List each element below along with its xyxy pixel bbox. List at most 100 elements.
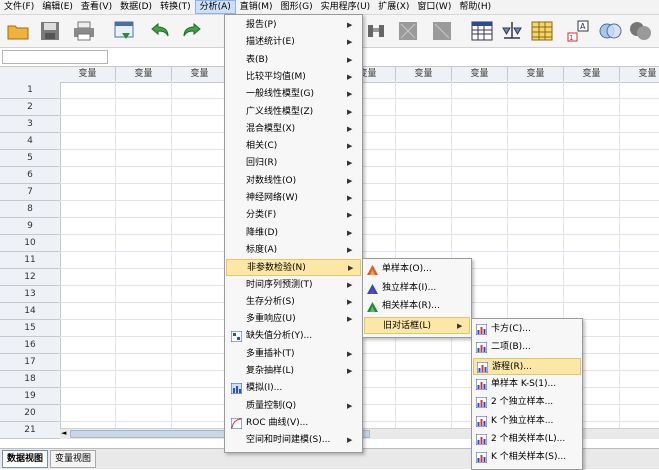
legacy-dialogs-menu-item-label: 2 个独立样本... bbox=[491, 397, 554, 408]
analyze-menu-item[interactable]: 表(B) ▶ bbox=[226, 52, 361, 69]
analyze-menu-item[interactable]: 对数线性(O) ▶ bbox=[226, 173, 361, 190]
analyze-menu-item[interactable]: 生存分析(S) ▶ bbox=[226, 294, 361, 311]
open-folder-icon[interactable] bbox=[6, 19, 30, 43]
row-header[interactable]: 16 bbox=[0, 337, 61, 354]
row-header[interactable]: 1 bbox=[0, 82, 61, 99]
analyze-menu-item[interactable]: 时间序列预测(T) ▶ bbox=[226, 277, 361, 294]
column-header[interactable]: 变量 bbox=[452, 67, 508, 83]
analyze-menu-item[interactable]: 相关(C) ▶ bbox=[226, 138, 361, 155]
row-header[interactable]: 2 bbox=[0, 99, 61, 116]
nonparametric-menu-item[interactable]: 旧对话框(L) ▶ bbox=[364, 316, 470, 334]
menu-transform[interactable]: 转换(T) bbox=[156, 0, 195, 14]
scroll-left-icon[interactable]: ◄ bbox=[61, 429, 66, 438]
legacy-dialogs-menu-item[interactable]: 2 个相关样本(L)... bbox=[473, 431, 581, 448]
menu-utilities[interactable]: 实用程序(U) bbox=[317, 0, 375, 14]
row-header[interactable]: 14 bbox=[0, 303, 61, 320]
nonparametric-menu-item[interactable]: 相关样本(R)... bbox=[364, 298, 470, 315]
save-icon[interactable] bbox=[38, 19, 62, 43]
analyze-menu-item[interactable]: 缺失值分析(Y)... bbox=[226, 328, 361, 345]
row-header[interactable]: 10 bbox=[0, 235, 61, 252]
dialog-recall-icon[interactable] bbox=[112, 19, 136, 43]
analyze-menu-item[interactable]: 空间和时间建模(S)... ▶ bbox=[226, 432, 361, 449]
analyze-menu-item[interactable]: 复杂抽样(L) ▶ bbox=[226, 363, 361, 380]
menu-edit[interactable]: 编辑(E) bbox=[38, 0, 77, 14]
analyze-menu-item[interactable]: 标度(A) ▶ bbox=[226, 242, 361, 259]
analyze-menu-item[interactable]: 多重响应(U) ▶ bbox=[226, 311, 361, 328]
menu-extensions[interactable]: 扩展(X) bbox=[374, 0, 413, 14]
legacy-dialogs-menu-item[interactable]: 单样本 K-S(1)... bbox=[473, 376, 581, 393]
menu-view[interactable]: 查看(V) bbox=[77, 0, 116, 14]
legacy-dialogs-menu-item[interactable]: 二项(B)... bbox=[473, 339, 581, 356]
menu-direct-marketing[interactable]: 直销(M) bbox=[236, 0, 277, 14]
cell-reference-box[interactable] bbox=[2, 50, 108, 64]
print-icon[interactable] bbox=[72, 19, 96, 43]
legacy-dialogs-menu-item[interactable]: 2 个独立样本... bbox=[473, 394, 581, 411]
analyze-menu-item[interactable]: 模拟(I)... bbox=[226, 380, 361, 397]
analyze-menu-item[interactable]: 多重插补(T) ▶ bbox=[226, 346, 361, 363]
use-sets-icon[interactable] bbox=[598, 19, 622, 43]
row-header[interactable]: 8 bbox=[0, 201, 61, 218]
nonparametric-menu-item[interactable]: 独立样本(I)... bbox=[364, 280, 470, 297]
analyze-menu-item[interactable]: 广义线性模型(Z) ▶ bbox=[226, 104, 361, 121]
analyze-menu-item[interactable]: 比较平均值(M) ▶ bbox=[226, 69, 361, 86]
row-header[interactable]: 13 bbox=[0, 286, 61, 303]
analyze-menu-item[interactable]: 一般线性模型(G) ▶ bbox=[226, 86, 361, 103]
split-file-icon[interactable] bbox=[470, 19, 494, 43]
row-header[interactable]: 4 bbox=[0, 133, 61, 150]
column-header[interactable]: 变量 bbox=[620, 67, 659, 83]
column-header[interactable]: 变量 bbox=[508, 67, 564, 83]
menu-help[interactable]: 帮助(H) bbox=[455, 0, 495, 14]
analyze-menu-item[interactable]: ROC 曲线(V)... bbox=[226, 415, 361, 432]
insert-variable-icon[interactable] bbox=[430, 19, 454, 43]
legacy-dialogs-menu-item[interactable]: 游程(R)... bbox=[473, 357, 581, 375]
column-header[interactable]: 变量 bbox=[396, 67, 452, 83]
row-header[interactable]: 19 bbox=[0, 388, 61, 405]
select-cases-icon[interactable] bbox=[530, 19, 554, 43]
row-header[interactable]: 7 bbox=[0, 184, 61, 201]
menu-graphs[interactable]: 图形(G) bbox=[277, 0, 317, 14]
analyze-menu-item[interactable]: 质量控制(Q) ▶ bbox=[226, 398, 361, 415]
menu-window[interactable]: 窗口(W) bbox=[413, 0, 455, 14]
analyze-menu-item[interactable]: 非参数检验(N) ▶ bbox=[226, 259, 361, 277]
row-header[interactable]: 20 bbox=[0, 405, 61, 422]
analyze-menu-item[interactable]: 报告(P) ▶ bbox=[226, 17, 361, 34]
analyze-menu-item[interactable]: 回归(R) ▶ bbox=[226, 155, 361, 172]
tab-data-view[interactable]: 数据视图 bbox=[2, 450, 49, 468]
show-all-variables-icon[interactable] bbox=[628, 19, 652, 43]
legacy-dialogs-menu-item[interactable]: K 个独立样本... bbox=[473, 413, 581, 430]
legacy-dialogs-menu-item[interactable]: 卡方(C)... bbox=[473, 321, 581, 338]
row-header[interactable]: 9 bbox=[0, 218, 61, 235]
analyze-menu-item[interactable]: 描述统计(E) ▶ bbox=[226, 34, 361, 51]
analyze-menu-item[interactable]: 神经网络(W) ▶ bbox=[226, 190, 361, 207]
row-header[interactable]: 11 bbox=[0, 252, 61, 269]
row-header[interactable]: 3 bbox=[0, 116, 61, 133]
row-header[interactable]: 5 bbox=[0, 150, 61, 167]
row-header[interactable]: 17 bbox=[0, 354, 61, 371]
value-labels-icon[interactable]: 1A bbox=[566, 19, 590, 43]
submenu-arrow-icon: ▶ bbox=[347, 245, 353, 254]
menu-file[interactable]: 文件(F) bbox=[0, 0, 38, 14]
row-header[interactable]: 18 bbox=[0, 371, 61, 388]
legacy-dialogs-menu-item[interactable]: K 个相关样本(S)... bbox=[473, 449, 581, 466]
tab-variable-view[interactable]: 变量视图 bbox=[50, 450, 97, 468]
redo-icon[interactable] bbox=[180, 19, 204, 43]
column-header[interactable]: 变量 bbox=[116, 67, 172, 83]
nonparametric-menu-item[interactable]: 单样本(O)... bbox=[364, 261, 470, 278]
find-icon[interactable] bbox=[364, 19, 388, 43]
analyze-menu-item[interactable]: 降维(D) ▶ bbox=[226, 225, 361, 242]
analyze-menu-item[interactable]: 混合模型(X) ▶ bbox=[226, 121, 361, 138]
column-header[interactable]: 变量 bbox=[60, 67, 116, 83]
weight-cases-icon[interactable] bbox=[500, 19, 524, 43]
insert-cases-icon[interactable] bbox=[396, 19, 420, 43]
undo-icon[interactable] bbox=[148, 19, 172, 43]
menu-analyze[interactable]: 分析(A) bbox=[194, 0, 236, 14]
row-header[interactable]: 6 bbox=[0, 167, 61, 184]
analyze-menu-item[interactable]: 分类(F) ▶ bbox=[226, 207, 361, 224]
row-header[interactable]: 21 bbox=[0, 422, 61, 439]
row-header[interactable]: 12 bbox=[0, 269, 61, 286]
column-header[interactable]: 变量 bbox=[172, 67, 228, 83]
menu-data[interactable]: 数据(D) bbox=[116, 0, 156, 14]
column-header[interactable]: 变量 bbox=[564, 67, 620, 83]
corner-cell[interactable] bbox=[0, 67, 61, 83]
row-header[interactable]: 15 bbox=[0, 320, 61, 337]
